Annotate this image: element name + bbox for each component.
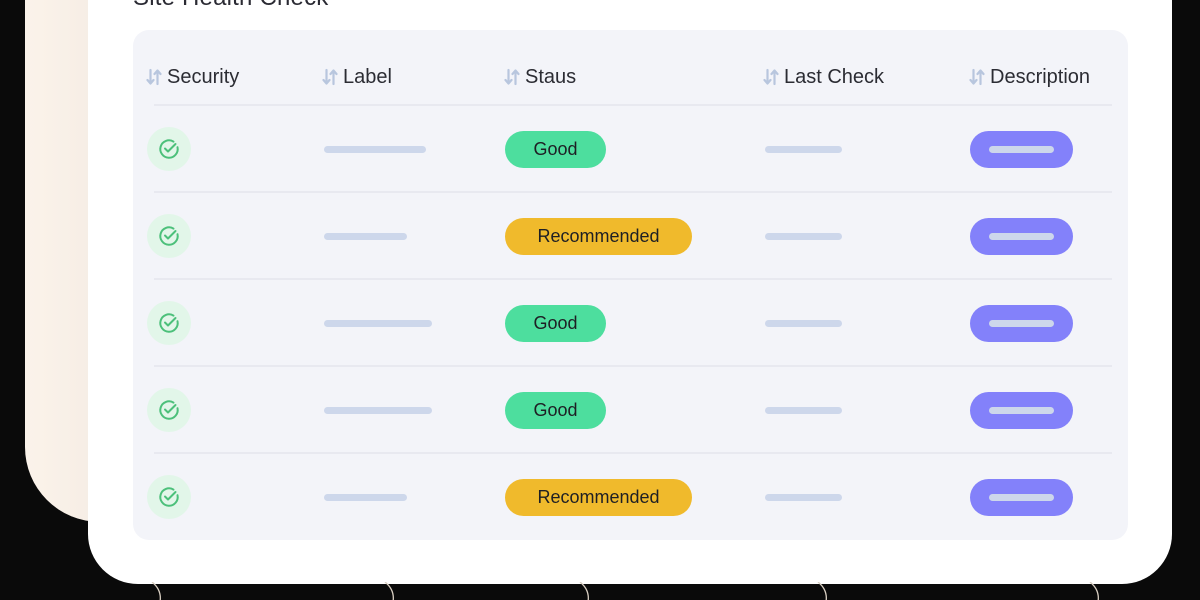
column-header-label[interactable]: Label bbox=[322, 64, 392, 90]
status-badge: Good bbox=[505, 392, 606, 429]
security-status-badge bbox=[147, 475, 191, 519]
security-status-badge bbox=[147, 388, 191, 432]
description-placeholder bbox=[989, 407, 1054, 414]
description-placeholder bbox=[989, 494, 1054, 501]
last-check-placeholder bbox=[765, 407, 842, 414]
last-check-placeholder bbox=[765, 494, 842, 501]
sort-icon bbox=[969, 68, 985, 86]
decorative-curl bbox=[151, 582, 161, 600]
description-button[interactable] bbox=[970, 131, 1073, 168]
check-circle-icon bbox=[159, 139, 179, 159]
label-placeholder bbox=[324, 146, 426, 153]
status-badge: Good bbox=[505, 131, 606, 168]
column-label: Last Check bbox=[784, 65, 885, 88]
description-button[interactable] bbox=[970, 305, 1073, 342]
decorative-curl bbox=[817, 582, 827, 600]
table-row[interactable]: Good bbox=[133, 106, 1128, 193]
description-placeholder bbox=[989, 146, 1054, 153]
label-placeholder bbox=[324, 407, 432, 414]
decorative-curl bbox=[579, 582, 589, 600]
column-label: Security bbox=[167, 65, 240, 88]
column-label: Staus bbox=[525, 65, 577, 88]
last-check-placeholder bbox=[765, 233, 842, 240]
sort-icon bbox=[504, 68, 520, 86]
label-placeholder bbox=[324, 494, 407, 501]
description-button[interactable] bbox=[970, 392, 1073, 429]
column-label: Description bbox=[990, 65, 1091, 88]
last-check-placeholder bbox=[765, 146, 842, 153]
label-placeholder bbox=[324, 233, 407, 240]
sort-icon bbox=[763, 68, 779, 86]
check-circle-icon bbox=[159, 313, 179, 333]
sort-icon bbox=[322, 68, 338, 86]
security-status-badge bbox=[147, 301, 191, 345]
security-status-badge bbox=[147, 214, 191, 258]
column-header-last-check[interactable]: Last Check bbox=[763, 64, 884, 90]
column-header-description[interactable]: Description bbox=[969, 64, 1090, 90]
status-badge: Good bbox=[505, 305, 606, 342]
table-row[interactable]: Good bbox=[133, 367, 1128, 454]
table-row[interactable]: Good bbox=[133, 280, 1128, 367]
description-placeholder bbox=[989, 320, 1054, 327]
last-check-placeholder bbox=[765, 320, 842, 327]
description-placeholder bbox=[989, 233, 1054, 240]
label-placeholder bbox=[324, 320, 432, 327]
check-circle-icon bbox=[159, 226, 179, 246]
security-status-badge bbox=[147, 127, 191, 171]
description-button[interactable] bbox=[970, 479, 1073, 516]
decorative-curl bbox=[1089, 582, 1099, 600]
status-badge: Recommended bbox=[505, 218, 692, 255]
check-circle-icon bbox=[159, 487, 179, 507]
description-button[interactable] bbox=[970, 218, 1073, 255]
column-label: Label bbox=[343, 65, 392, 88]
status-badge: Recommended bbox=[505, 479, 692, 516]
column-header-status[interactable]: Staus bbox=[504, 64, 576, 90]
decorative-curl bbox=[384, 582, 394, 600]
sort-icon bbox=[146, 68, 162, 86]
column-header-security[interactable]: Security bbox=[146, 64, 239, 90]
table-row[interactable]: Recommended bbox=[133, 454, 1128, 541]
page-title: Site Health Check bbox=[133, 0, 329, 12]
check-circle-icon bbox=[159, 400, 179, 420]
table-row[interactable]: Recommended bbox=[133, 193, 1128, 280]
